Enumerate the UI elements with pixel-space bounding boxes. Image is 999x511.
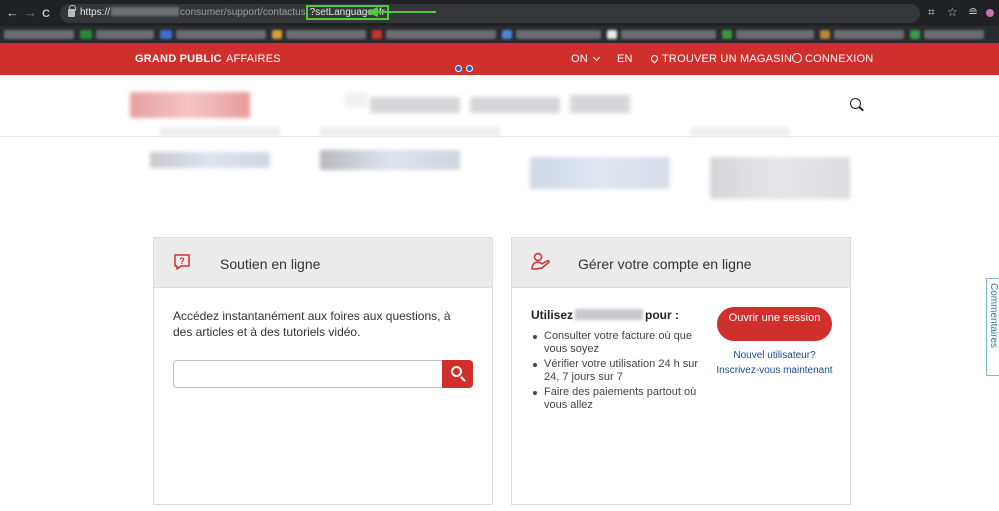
quick-links-row <box>0 127 999 207</box>
feedback-tab[interactable]: Commentaires <box>986 278 999 376</box>
carousel-dot[interactable] <box>455 65 462 72</box>
bookmark-blurred[interactable] <box>96 30 154 39</box>
bookmark-blurred[interactable] <box>372 30 382 39</box>
bookmark-blurred[interactable] <box>272 30 282 39</box>
quick-link-blurred[interactable] <box>710 157 850 199</box>
card-header: ? Soutien en ligne <box>154 238 492 288</box>
manage-account-card: Gérer votre compte en ligne Utilisez pour… <box>511 237 851 505</box>
lock-icon <box>68 5 76 17</box>
menu-item-blurred[interactable] <box>570 95 630 113</box>
url-prefix: https:// <box>80 7 111 18</box>
star-icon[interactable]: ☆ <box>947 5 958 19</box>
bookmark-blurred[interactable] <box>607 30 617 39</box>
translate-icon[interactable]: ⌗ <box>928 5 935 20</box>
menu-item-blurred[interactable] <box>370 97 460 113</box>
province-selector[interactable]: ON <box>571 53 601 65</box>
location-pin-icon <box>649 53 660 64</box>
chat-question-icon: ? <box>174 254 190 270</box>
bookmark-blurred[interactable] <box>160 30 172 39</box>
nav-grand-public[interactable]: GRAND PUBLIC <box>135 53 222 65</box>
profile-icon[interactable] <box>986 9 994 17</box>
menu-item-blurred[interactable] <box>345 93 367 107</box>
login-link[interactable]: CONNEXION <box>792 53 873 65</box>
bookmark-blurred[interactable] <box>4 30 74 39</box>
card-description: Accédez instantanément aux foires aux qu… <box>173 309 451 339</box>
reload-icon[interactable]: C <box>42 6 50 22</box>
url-path: consumer/support/contactus <box>180 7 306 18</box>
menu-item-blurred[interactable] <box>470 97 560 113</box>
intro-suffix: pour : <box>645 308 680 322</box>
bookmark-blurred[interactable] <box>924 30 984 39</box>
support-search-box <box>173 360 473 388</box>
annotation-arrow <box>366 7 436 17</box>
register-link[interactable]: Inscrivez-vous maintenant <box>712 365 837 376</box>
support-search-button[interactable] <box>442 360 473 388</box>
forward-icon[interactable]: → <box>24 5 37 21</box>
card-title: Gérer votre compte en ligne <box>578 256 752 272</box>
benefits-list: Consulter votre facture où que vous soye… <box>531 330 701 414</box>
card-title: Soutien en ligne <box>220 256 321 272</box>
bookmarks-bar <box>0 26 999 43</box>
login-label: CONNEXION <box>805 53 874 65</box>
quick-link-blurred[interactable] <box>320 127 500 137</box>
quick-link-blurred[interactable] <box>690 127 790 137</box>
bookmark-blurred[interactable] <box>910 30 920 39</box>
online-support-card: ? Soutien en ligne Accédez instantanémen… <box>153 237 493 505</box>
browser-toolbar: ← → C https:// consumer/support/contactus… <box>0 0 999 26</box>
open-session-button[interactable]: Ouvrir une session <box>717 307 832 341</box>
back-icon[interactable]: ← <box>6 5 19 21</box>
language-toggle[interactable]: EN <box>617 53 633 65</box>
logo-blurred[interactable] <box>130 92 250 118</box>
new-user-link[interactable]: Nouvel utilisateur? <box>717 350 832 361</box>
bookmark-blurred[interactable] <box>516 30 601 39</box>
account-hand-icon <box>531 252 550 270</box>
bookmark-blurred[interactable] <box>736 30 814 39</box>
card-header: Gérer votre compte en ligne <box>512 238 850 288</box>
search-icon[interactable] <box>850 98 864 112</box>
list-item: Consulter votre facture où que vous soye… <box>531 330 701 356</box>
url-text: https://consumer/support/contactus ?setLa… <box>80 5 389 20</box>
chevron-down-icon <box>593 53 601 62</box>
search-icon <box>451 366 462 377</box>
intro-prefix: Utilisez <box>531 308 574 322</box>
list-item: Vérifier votre utilisation 24 h sur 24, … <box>531 358 701 384</box>
quick-link-blurred[interactable] <box>160 127 280 137</box>
top-navigation-bar: GRAND PUBLIC AFFAIRES ON EN TROUVER UN M… <box>0 43 999 75</box>
carousel-dot[interactable] <box>466 65 473 72</box>
bookmark-blurred[interactable] <box>386 30 496 39</box>
extension-icon[interactable]: ≘ <box>968 5 978 19</box>
address-bar[interactable]: https://consumer/support/contactus ?setLa… <box>60 4 920 23</box>
support-search-input[interactable] <box>174 361 438 387</box>
brand-name-blurred <box>575 309 644 320</box>
bookmark-blurred[interactable] <box>722 30 732 39</box>
feedback-tab-label: Commentaires <box>988 283 999 349</box>
list-item: Faire des paiements partout où vous alle… <box>531 386 701 412</box>
quick-link-blurred[interactable] <box>530 157 670 189</box>
province-label: ON <box>571 53 588 65</box>
bookmark-blurred[interactable] <box>502 30 512 39</box>
url-blurred-domain <box>111 7 180 16</box>
quick-link-blurred[interactable] <box>150 152 270 168</box>
store-label: TROUVER UN MAGASIN <box>662 53 793 65</box>
bookmark-blurred[interactable] <box>820 30 830 39</box>
nav-affaires[interactable]: AFFAIRES <box>226 53 281 65</box>
quick-link-blurred[interactable] <box>320 150 460 170</box>
bookmark-blurred[interactable] <box>834 30 904 39</box>
bookmark-blurred[interactable] <box>80 30 92 39</box>
bookmark-blurred[interactable] <box>286 30 366 39</box>
store-locator-link[interactable]: TROUVER UN MAGASIN <box>649 53 793 65</box>
account-intro: Utilisez pour : <box>531 308 679 322</box>
bookmark-blurred[interactable] <box>176 30 266 39</box>
bookmark-blurred[interactable] <box>621 30 716 39</box>
user-icon <box>792 53 802 63</box>
svg-text:?: ? <box>179 256 185 266</box>
